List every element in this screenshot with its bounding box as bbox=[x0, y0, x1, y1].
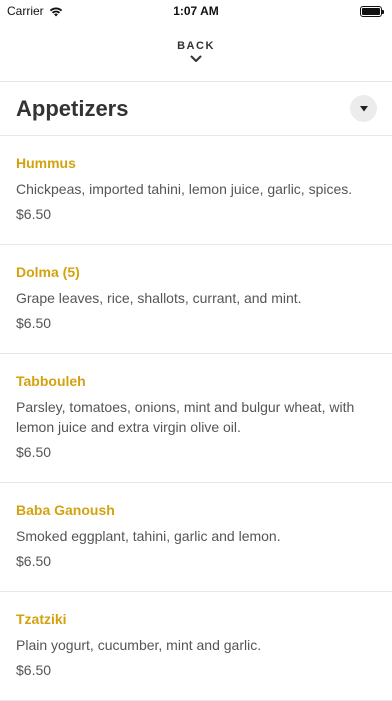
item-price: $6.50 bbox=[16, 206, 52, 222]
item-name: Tzatziki bbox=[16, 611, 67, 627]
menu-item-tabbouleh[interactable]: Tabbouleh Parsley, tomatoes, onions, min… bbox=[0, 354, 392, 483]
caret-down-icon bbox=[359, 105, 368, 111]
status-time: 1:07 AM bbox=[173, 4, 219, 18]
item-name: Dolma (5) bbox=[16, 264, 80, 280]
battery-icon bbox=[360, 5, 384, 17]
back-button[interactable]: BACK bbox=[0, 22, 392, 82]
menu-item-baba-ganoush[interactable]: Baba Ganoush Smoked eggplant, tahini, ga… bbox=[0, 483, 392, 592]
menu-item-dolma[interactable]: Dolma (5) Grape leaves, rice, shallots, … bbox=[0, 245, 392, 354]
item-name: Hummus bbox=[16, 155, 76, 171]
item-description: Plain yogurt, cucumber, mint and garlic. bbox=[16, 637, 262, 653]
item-description: Grape leaves, rice, shallots, currant, a… bbox=[16, 290, 302, 306]
back-label: BACK bbox=[177, 40, 215, 52]
item-name: Baba Ganoush bbox=[16, 502, 115, 518]
menu-item-hummus[interactable]: Hummus Chickpeas, imported tahini, lemon… bbox=[0, 136, 392, 245]
item-price: $6.50 bbox=[16, 444, 52, 460]
section-header: Appetizers bbox=[0, 82, 392, 136]
menu-list: Hummus Chickpeas, imported tahini, lemon… bbox=[0, 136, 392, 701]
section-dropdown-button[interactable] bbox=[350, 95, 377, 122]
chevron-down-icon bbox=[190, 55, 202, 62]
status-bar: Carrier 1:07 AM bbox=[0, 0, 392, 22]
item-description: Smoked eggplant, tahini, garlic and lemo… bbox=[16, 528, 281, 544]
item-price: $6.50 bbox=[16, 553, 52, 569]
item-price: $6.50 bbox=[16, 315, 52, 331]
item-price: $6.50 bbox=[16, 662, 52, 678]
section-title: Appetizers bbox=[16, 95, 129, 121]
item-description: Parsley, tomatoes, onions, mint and bulg… bbox=[16, 399, 355, 435]
menu-item-tzatziki[interactable]: Tzatziki Plain yogurt, cucumber, mint an… bbox=[0, 592, 392, 701]
item-description: Chickpeas, imported tahini, lemon juice,… bbox=[16, 181, 353, 197]
item-name: Tabbouleh bbox=[16, 373, 86, 389]
